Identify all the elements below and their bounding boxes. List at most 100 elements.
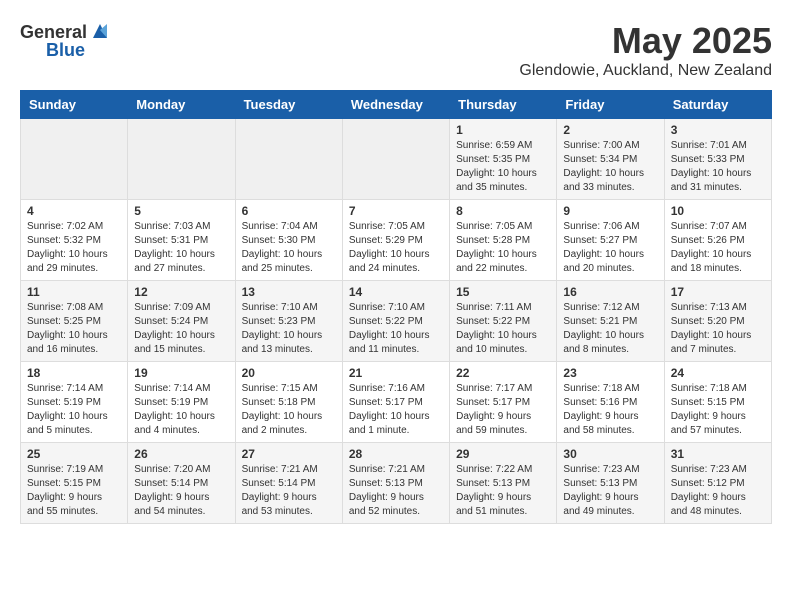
header-friday: Friday xyxy=(557,91,664,119)
day-number: 23 xyxy=(563,366,657,380)
day-number: 1 xyxy=(456,123,550,137)
table-row xyxy=(128,119,235,200)
table-row: 15 Sunrise: 7:11 AM Sunset: 5:22 PM Dayli… xyxy=(450,281,557,362)
table-row: 30Sunrise: 7:23 AM Sunset: 5:13 PM Dayli… xyxy=(557,443,664,524)
day-info: Sunrise: 7:13 AM Sunset: 5:20 PM Dayligh… xyxy=(671,301,765,357)
day-info: Sunrise: 7:05 AM Sunset: 5:28 PM Dayligh… xyxy=(456,220,550,276)
table-row xyxy=(342,119,449,200)
table-row: 28 Sunrise: 7:21 AM Sunset: 5:13 PM Dayli… xyxy=(342,443,449,524)
day-info: Sunrise: 7:03 AM Sunset: 5:31 PM Dayligh… xyxy=(134,220,228,276)
day-number: 11 xyxy=(27,285,121,299)
day-info: Sunrise: 7:11 AM Sunset: 5:22 PM Dayligh… xyxy=(456,301,550,357)
day-number: 8 xyxy=(456,204,550,218)
day-number: 15 xyxy=(456,285,550,299)
day-info: Sunrise: 7:05 AM Sunset: 5:29 PM Dayligh… xyxy=(349,220,443,276)
day-number: 31 xyxy=(671,447,765,461)
day-number: 28 xyxy=(349,447,443,461)
logo-icon xyxy=(89,20,111,42)
day-info: Sunrise: 7:21 AM Sunset: 5:14 PM Dayligh… xyxy=(242,463,336,519)
location-title: Glendowie, Auckland, New Zealand xyxy=(519,62,772,80)
day-number: 29 xyxy=(456,447,550,461)
table-row: 31Sunrise: 7:23 AM Sunset: 5:12 PM Dayli… xyxy=(664,443,771,524)
day-info: Sunrise: 7:01 AM Sunset: 5:33 PM Dayligh… xyxy=(671,139,765,195)
day-info: Sunrise: 7:06 AM Sunset: 5:27 PM Dayligh… xyxy=(563,220,657,276)
day-number: 13 xyxy=(242,285,336,299)
header-saturday: Saturday xyxy=(664,91,771,119)
table-row: 8 Sunrise: 7:05 AM Sunset: 5:28 PM Daylig… xyxy=(450,200,557,281)
week-row-5: 25Sunrise: 7:19 AM Sunset: 5:15 PM Dayli… xyxy=(21,443,772,524)
page-header: General Blue May 2025 Glendowie, Aucklan… xyxy=(20,20,772,80)
header-sunday: Sunday xyxy=(21,91,128,119)
week-row-1: 1 Sunrise: 6:59 AM Sunset: 5:35 PM Daylig… xyxy=(21,119,772,200)
day-number: 17 xyxy=(671,285,765,299)
day-info: Sunrise: 7:16 AM Sunset: 5:17 PM Dayligh… xyxy=(349,382,443,438)
day-info: Sunrise: 6:59 AM Sunset: 5:35 PM Dayligh… xyxy=(456,139,550,195)
table-row: 4 Sunrise: 7:02 AM Sunset: 5:32 PM Daylig… xyxy=(21,200,128,281)
day-number: 9 xyxy=(563,204,657,218)
table-row: 21 Sunrise: 7:16 AM Sunset: 5:17 PM Dayli… xyxy=(342,362,449,443)
table-row: 22 Sunrise: 7:17 AM Sunset: 5:17 PM Dayli… xyxy=(450,362,557,443)
table-row xyxy=(235,119,342,200)
header-wednesday: Wednesday xyxy=(342,91,449,119)
day-number: 4 xyxy=(27,204,121,218)
day-number: 30 xyxy=(563,447,657,461)
day-info: Sunrise: 7:19 AM Sunset: 5:15 PM Dayligh… xyxy=(27,463,121,519)
header-thursday: Thursday xyxy=(450,91,557,119)
weekday-header-row: Sunday Monday Tuesday Wednesday Thursday… xyxy=(21,91,772,119)
day-info: Sunrise: 7:09 AM Sunset: 5:24 PM Dayligh… xyxy=(134,301,228,357)
week-row-2: 4 Sunrise: 7:02 AM Sunset: 5:32 PM Daylig… xyxy=(21,200,772,281)
table-row: 18 Sunrise: 7:14 AM Sunset: 5:19 PM Dayli… xyxy=(21,362,128,443)
table-row: 29 Sunrise: 7:22 AM Sunset: 5:13 PM Dayli… xyxy=(450,443,557,524)
day-info: Sunrise: 7:17 AM Sunset: 5:17 PM Dayligh… xyxy=(456,382,550,438)
day-info: Sunrise: 7:00 AM Sunset: 5:34 PM Dayligh… xyxy=(563,139,657,195)
day-number: 20 xyxy=(242,366,336,380)
day-info: Sunrise: 7:22 AM Sunset: 5:13 PM Dayligh… xyxy=(456,463,550,519)
day-number: 2 xyxy=(563,123,657,137)
week-row-3: 11 Sunrise: 7:08 AM Sunset: 5:25 PM Dayli… xyxy=(21,281,772,362)
table-row: 20 Sunrise: 7:15 AM Sunset: 5:18 PM Dayli… xyxy=(235,362,342,443)
table-row: 11 Sunrise: 7:08 AM Sunset: 5:25 PM Dayli… xyxy=(21,281,128,362)
day-number: 7 xyxy=(349,204,443,218)
day-info: Sunrise: 7:04 AM Sunset: 5:30 PM Dayligh… xyxy=(242,220,336,276)
day-number: 16 xyxy=(563,285,657,299)
logo: General Blue xyxy=(20,20,111,61)
table-row: 23 Sunrise: 7:18 AM Sunset: 5:16 PM Dayli… xyxy=(557,362,664,443)
day-number: 18 xyxy=(27,366,121,380)
day-number: 26 xyxy=(134,447,228,461)
day-number: 24 xyxy=(671,366,765,380)
logo-blue: Blue xyxy=(46,40,85,61)
table-row: 9 Sunrise: 7:06 AM Sunset: 5:27 PM Daylig… xyxy=(557,200,664,281)
day-number: 5 xyxy=(134,204,228,218)
day-info: Sunrise: 7:20 AM Sunset: 5:14 PM Dayligh… xyxy=(134,463,228,519)
table-row: 12 Sunrise: 7:09 AM Sunset: 5:24 PM Dayli… xyxy=(128,281,235,362)
day-info: Sunrise: 7:02 AM Sunset: 5:32 PM Dayligh… xyxy=(27,220,121,276)
day-info: Sunrise: 7:14 AM Sunset: 5:19 PM Dayligh… xyxy=(134,382,228,438)
day-number: 27 xyxy=(242,447,336,461)
table-row: 10Sunrise: 7:07 AM Sunset: 5:26 PM Dayli… xyxy=(664,200,771,281)
day-info: Sunrise: 7:21 AM Sunset: 5:13 PM Dayligh… xyxy=(349,463,443,519)
table-row: 6Sunrise: 7:04 AM Sunset: 5:30 PM Daylig… xyxy=(235,200,342,281)
week-row-4: 18 Sunrise: 7:14 AM Sunset: 5:19 PM Dayli… xyxy=(21,362,772,443)
table-row: 27 Sunrise: 7:21 AM Sunset: 5:14 PM Dayli… xyxy=(235,443,342,524)
day-number: 21 xyxy=(349,366,443,380)
day-info: Sunrise: 7:10 AM Sunset: 5:22 PM Dayligh… xyxy=(349,301,443,357)
table-row: 3Sunrise: 7:01 AM Sunset: 5:33 PM Daylig… xyxy=(664,119,771,200)
day-info: Sunrise: 7:18 AM Sunset: 5:16 PM Dayligh… xyxy=(563,382,657,438)
table-row: 13 Sunrise: 7:10 AM Sunset: 5:23 PM Dayli… xyxy=(235,281,342,362)
day-info: Sunrise: 7:12 AM Sunset: 5:21 PM Dayligh… xyxy=(563,301,657,357)
day-info: Sunrise: 7:14 AM Sunset: 5:19 PM Dayligh… xyxy=(27,382,121,438)
table-row: 19Sunrise: 7:14 AM Sunset: 5:19 PM Dayli… xyxy=(128,362,235,443)
day-info: Sunrise: 7:18 AM Sunset: 5:15 PM Dayligh… xyxy=(671,382,765,438)
day-info: Sunrise: 7:08 AM Sunset: 5:25 PM Dayligh… xyxy=(27,301,121,357)
day-info: Sunrise: 7:15 AM Sunset: 5:18 PM Dayligh… xyxy=(242,382,336,438)
day-number: 22 xyxy=(456,366,550,380)
header-tuesday: Tuesday xyxy=(235,91,342,119)
table-row: 5 Sunrise: 7:03 AM Sunset: 5:31 PM Daylig… xyxy=(128,200,235,281)
table-row xyxy=(21,119,128,200)
day-info: Sunrise: 7:10 AM Sunset: 5:23 PM Dayligh… xyxy=(242,301,336,357)
table-row: 2 Sunrise: 7:00 AM Sunset: 5:34 PM Daylig… xyxy=(557,119,664,200)
table-row: 24 Sunrise: 7:18 AM Sunset: 5:15 PM Dayli… xyxy=(664,362,771,443)
day-number: 12 xyxy=(134,285,228,299)
day-info: Sunrise: 7:07 AM Sunset: 5:26 PM Dayligh… xyxy=(671,220,765,276)
table-row: 16 Sunrise: 7:12 AM Sunset: 5:21 PM Dayli… xyxy=(557,281,664,362)
